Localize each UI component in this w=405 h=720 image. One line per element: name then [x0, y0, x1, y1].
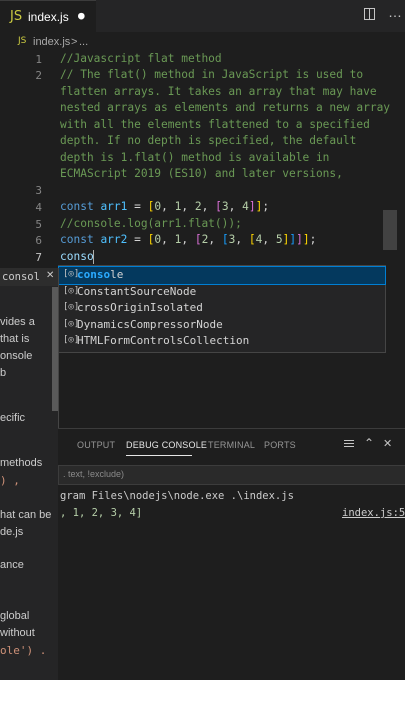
suggestion-item[interactable]: [◎] crossOriginIsolated — [59, 300, 385, 317]
suggestion-list: [◎] console [◎] ConstantSourceNode [◎] c… — [58, 265, 386, 353]
code-line-2-wrap: depth. If no depth is specified, the def… — [60, 134, 357, 147]
filter-placeholder: . text, !exclude) — [63, 469, 125, 479]
suggestion-item[interactable]: [◎] ConstantSourceNode — [59, 284, 385, 301]
details-header: consol ✕ — [0, 268, 58, 286]
match-highlight: conso — [77, 268, 111, 281]
code-line-7-typing: conso — [60, 250, 94, 263]
details-code: ) , — [0, 474, 20, 487]
code-line-2-wrap: flatten arrays. It takes an array that m… — [60, 85, 377, 98]
details-text: de.js — [0, 526, 24, 538]
details-code: ole') . — [0, 644, 47, 657]
code-line-4: const arr1 = [0, 1, 2, [3, 4]]; — [60, 200, 270, 213]
suggestion-label: ConstantSourceNode — [77, 284, 197, 298]
page-background — [0, 680, 405, 720]
details-text: ance — [0, 559, 24, 571]
code-line-6: const arr2 = [0, 1, [2, [3, [4, 5]]]]; — [60, 233, 317, 246]
details-text: hat can be — [0, 509, 52, 521]
minimap-slider[interactable] — [383, 210, 397, 250]
details-text: ecific — [0, 412, 26, 424]
suggestion-label: HTMLFormControlsCollection — [77, 334, 250, 347]
details-title: consol — [2, 271, 40, 283]
suggestion-item[interactable]: [◎] DynamicsCompressorNode — [59, 317, 385, 334]
details-text: onsole — [0, 350, 33, 362]
text-cursor — [93, 250, 94, 264]
close-panel-icon[interactable]: ✕ — [383, 437, 392, 450]
tab-output[interactable]: OUTPUT — [77, 440, 115, 450]
suggestion-item[interactable]: [◎] console — [58, 266, 386, 285]
details-scrollbar[interactable] — [52, 287, 58, 411]
code-line-2-wrap: with all the elements flattened to a spe… — [60, 118, 370, 131]
suggestion-label: DynamicsCompressorNode — [77, 317, 223, 331]
console-output-line: , 1, 2, 3, 4] — [60, 507, 143, 519]
suggestion-item[interactable]: [◎] HTMLFormControlsCollection — [59, 333, 385, 350]
console-output-line: gram Files\nodejs\node.exe .\index.js — [60, 490, 294, 502]
details-text: vides a — [0, 316, 35, 328]
chevron-up-icon[interactable]: ⌃ — [364, 436, 374, 450]
code-line-1: //Javascript flat method — [60, 52, 222, 65]
tab-debug-console[interactable]: DEBUG CONSOLE — [126, 440, 207, 450]
code-line-2-wrap: depth is 1.flat() method is available in — [60, 151, 330, 164]
code-line-2-wrap: nested arrays as elements and returns a … — [60, 101, 391, 114]
details-text: methods — [0, 457, 43, 469]
suggestion-label: crossOriginIsolated — [77, 301, 203, 314]
source-link[interactable]: index.js:5 — [342, 507, 405, 519]
tab-ports[interactable]: PORTS — [264, 440, 296, 450]
code-line-5: //console.log(arr1.flat()); — [60, 217, 242, 230]
close-icon[interactable]: ✕ — [46, 270, 54, 281]
code-editor[interactable]: //Javascript flat method // The flat() m… — [0, 0, 405, 265]
filter-input[interactable]: . text, !exclude) — [58, 465, 405, 485]
code-line-2-wrap: ECMAScript 2019 (ES10) and later version… — [60, 167, 343, 180]
active-tab-indicator — [126, 455, 192, 456]
suggestion-label: le — [110, 268, 124, 281]
details-text: without — [0, 627, 35, 639]
details-text: global — [0, 610, 30, 622]
details-text: that is — [0, 333, 30, 345]
code-line-2: // The flat() method in JavaScript is us… — [60, 68, 364, 81]
tab-terminal[interactable]: TERMINAL — [208, 440, 255, 450]
details-text: b — [0, 367, 7, 379]
